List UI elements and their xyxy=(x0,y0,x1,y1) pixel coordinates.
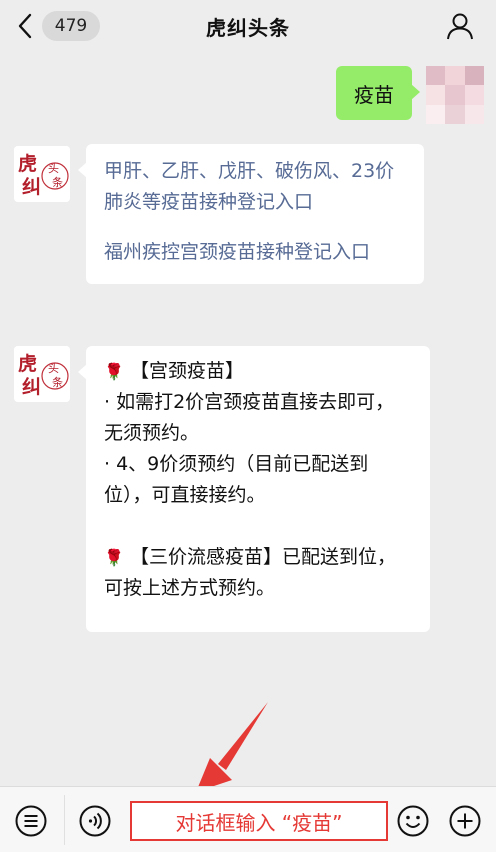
plus-icon[interactable] xyxy=(448,804,482,838)
svg-text:头: 头 xyxy=(48,362,59,375)
unread-count-badge: 479 xyxy=(42,11,100,41)
chat-title: 虎纠头条 xyxy=(206,15,290,40)
profile-icon[interactable] xyxy=(446,12,474,40)
menu-list-icon[interactable] xyxy=(14,804,48,838)
user-message-bubble[interactable]: 疫苗 xyxy=(336,66,420,120)
voice-icon[interactable] xyxy=(78,804,112,838)
bot-message-bubble: 🌹 【宫颈疫苗】 · 如需打2价宫颈疫苗直接去即可，无须预约。 · 4、9价须预… xyxy=(78,346,430,632)
rose-icon: 🌹 xyxy=(104,548,124,567)
svg-text:虎: 虎 xyxy=(18,352,37,375)
message-line: · 4、9价须预约（目前已配送到位），可直接接约。 xyxy=(104,453,369,506)
svg-text:条: 条 xyxy=(52,175,63,189)
hpv-registration-link[interactable]: 福州疾控宫颈疫苗接种登记入口 xyxy=(104,237,406,268)
bot-avatar[interactable]: 虎 纠 头 条 xyxy=(14,146,70,202)
svg-text:头: 头 xyxy=(48,162,59,175)
bot-avatar[interactable]: 虎 纠 头 条 xyxy=(14,346,70,402)
message-line: · 如需打2价宫颈疫苗直接去即可，无须预约。 xyxy=(104,391,395,444)
annotation-arrow xyxy=(196,702,268,792)
message-input[interactable]: 对话框输入 “疫苗” xyxy=(130,801,388,841)
user-avatar[interactable] xyxy=(426,66,484,124)
chat-header: 479 虎纠头条 xyxy=(0,0,496,52)
vaccine-registration-link[interactable]: 甲肝、乙肝、戊肝、破伤风、23价肺炎等疫苗接种登记入口 xyxy=(104,156,406,218)
hpv-vaccine-heading: 🌹 【宫颈疫苗】 xyxy=(104,360,244,382)
flu-vaccine-line: 🌹 【三价流感疫苗】已配送到位，可按上述方式预约。 xyxy=(104,546,396,599)
svg-text:纠: 纠 xyxy=(22,176,41,198)
chevron-left-icon xyxy=(14,10,36,42)
divider xyxy=(64,795,65,845)
emoji-icon[interactable] xyxy=(396,804,430,838)
bot-message-bubble: 甲肝、乙肝、戊肝、破伤风、23价肺炎等疫苗接种登记入口 福州疾控宫颈疫苗接种登记… xyxy=(78,144,424,284)
input-bar: 对话框输入 “疫苗” xyxy=(0,786,496,852)
user-message-row: 疫苗 xyxy=(336,66,484,124)
svg-text:纠: 纠 xyxy=(22,376,41,398)
svg-text:虎: 虎 xyxy=(18,152,37,175)
back-button[interactable]: 479 xyxy=(14,10,100,42)
rose-icon: 🌹 xyxy=(104,362,124,381)
svg-text:条: 条 xyxy=(52,375,63,389)
